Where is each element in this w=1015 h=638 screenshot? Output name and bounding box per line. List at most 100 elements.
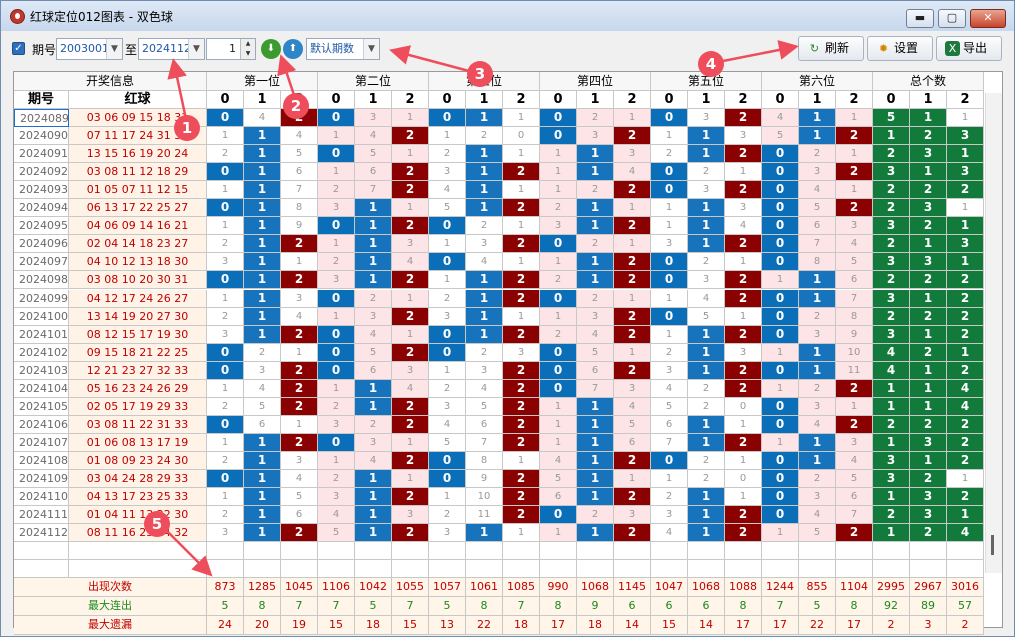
total-count-cell[interactable]: 4 — [947, 379, 984, 398]
miss-cell[interactable]: 1 — [799, 343, 836, 362]
miss-cell[interactable]: 4 — [355, 127, 392, 146]
total-count-cell[interactable]: 1 — [947, 109, 984, 128]
miss-cell[interactable]: 1 — [392, 289, 429, 308]
red-balls-cell[interactable]: 02 05 17 19 29 33 — [69, 397, 207, 416]
issue-cell[interactable]: 2024098 — [14, 271, 69, 290]
next-arrow-button[interactable]: ⬆ — [283, 39, 303, 59]
miss-cell[interactable]: 1 — [540, 181, 577, 200]
red-balls-cell[interactable]: 09 15 18 21 22 25 — [69, 343, 207, 362]
miss-cell[interactable]: 0 — [429, 109, 466, 128]
miss-cell[interactable]: 1 — [651, 325, 688, 344]
miss-cell[interactable]: 1 — [651, 470, 688, 489]
miss-cell[interactable]: 4 — [836, 235, 873, 254]
total-count-cell[interactable]: 3 — [910, 253, 947, 272]
miss-cell[interactable]: 1 — [355, 235, 392, 254]
miss-cell[interactable]: 1 — [244, 253, 281, 272]
miss-cell[interactable]: 2 — [355, 415, 392, 434]
miss-cell[interactable]: 2 — [614, 127, 651, 146]
miss-cell[interactable]: 1 — [540, 433, 577, 452]
miss-cell[interactable]: 1 — [244, 451, 281, 470]
total-count-cell[interactable]: 2 — [947, 181, 984, 200]
miss-cell[interactable]: 2 — [503, 506, 540, 525]
miss-cell[interactable]: 2 — [503, 361, 540, 380]
miss-cell[interactable]: 5 — [281, 145, 318, 164]
miss-cell[interactable]: 0 — [651, 271, 688, 290]
red-balls-cell[interactable]: 01 05 07 11 12 15 — [69, 181, 207, 200]
miss-cell[interactable]: 3 — [688, 181, 725, 200]
miss-cell[interactable]: 2 — [725, 361, 762, 380]
red-balls-cell[interactable]: 01 06 08 13 17 19 — [69, 433, 207, 452]
miss-cell[interactable]: 2 — [725, 325, 762, 344]
miss-cell[interactable]: 1 — [725, 451, 762, 470]
miss-cell[interactable]: 0 — [207, 343, 244, 362]
miss-cell[interactable]: 6 — [355, 163, 392, 182]
miss-cell[interactable]: 2 — [725, 433, 762, 452]
miss-cell[interactable]: 0 — [429, 343, 466, 362]
miss-cell[interactable]: 3 — [836, 433, 873, 452]
miss-cell[interactable]: 0 — [725, 470, 762, 489]
miss-cell[interactable]: 0 — [540, 361, 577, 380]
total-count-cell[interactable]: 2 — [910, 217, 947, 236]
miss-cell[interactable]: 1 — [466, 307, 503, 326]
miss-cell[interactable]: 1 — [577, 145, 614, 164]
miss-cell[interactable]: 2 — [725, 235, 762, 254]
miss-cell[interactable]: 1 — [688, 433, 725, 452]
miss-cell[interactable]: 3 — [244, 361, 281, 380]
miss-cell[interactable]: 7 — [836, 289, 873, 308]
step-spinner[interactable]: 1 ▲ ▼ — [206, 38, 256, 60]
total-count-cell[interactable]: 2 — [910, 181, 947, 200]
total-count-cell[interactable]: 2 — [910, 307, 947, 326]
total-count-cell[interactable]: 3 — [873, 253, 910, 272]
miss-cell[interactable]: 1 — [244, 325, 281, 344]
total-count-cell[interactable]: 1 — [873, 524, 910, 543]
miss-cell[interactable]: 6 — [355, 361, 392, 380]
miss-cell[interactable]: 1 — [244, 289, 281, 308]
total-count-cell[interactable]: 3 — [910, 145, 947, 164]
miss-cell[interactable]: 3 — [392, 235, 429, 254]
issue-cell[interactable]: 2024112 — [14, 524, 69, 543]
total-count-cell[interactable]: 2 — [873, 145, 910, 164]
total-count-cell[interactable]: 2 — [947, 289, 984, 308]
miss-cell[interactable]: 2 — [577, 506, 614, 525]
miss-cell[interactable]: 2 — [466, 127, 503, 146]
miss-cell[interactable]: 1 — [688, 145, 725, 164]
miss-cell[interactable]: 1 — [688, 325, 725, 344]
miss-cell[interactable]: 1 — [725, 488, 762, 507]
total-count-cell[interactable]: 1 — [910, 289, 947, 308]
miss-cell[interactable]: 2 — [207, 307, 244, 326]
miss-cell[interactable]: 2 — [503, 289, 540, 308]
miss-cell[interactable]: 1 — [244, 307, 281, 326]
miss-cell[interactable]: 0 — [762, 451, 799, 470]
miss-cell[interactable]: 1 — [281, 253, 318, 272]
miss-cell[interactable]: 2 — [503, 235, 540, 254]
total-count-cell[interactable]: 2 — [910, 470, 947, 489]
total-count-cell[interactable]: 3 — [947, 163, 984, 182]
miss-cell[interactable]: 1 — [799, 433, 836, 452]
miss-cell[interactable]: 0 — [318, 325, 355, 344]
miss-cell[interactable]: 1 — [688, 217, 725, 236]
miss-cell[interactable]: 1 — [466, 109, 503, 128]
miss-cell[interactable]: 2 — [318, 181, 355, 200]
miss-cell[interactable]: 5 — [429, 433, 466, 452]
miss-cell[interactable]: 1 — [503, 145, 540, 164]
scroll-thumb[interactable] — [991, 535, 994, 555]
total-count-cell[interactable]: 5 — [873, 109, 910, 128]
miss-cell[interactable]: 1 — [577, 163, 614, 182]
miss-cell[interactable]: 6 — [836, 271, 873, 290]
miss-cell[interactable]: 4 — [614, 397, 651, 416]
miss-cell[interactable]: 4 — [762, 109, 799, 128]
miss-cell[interactable]: 1 — [651, 289, 688, 308]
miss-cell[interactable]: 2 — [503, 470, 540, 489]
prev-arrow-button[interactable]: ⬇ — [261, 39, 281, 59]
miss-cell[interactable]: 0 — [207, 163, 244, 182]
red-balls-cell[interactable]: 04 12 17 24 26 27 — [69, 289, 207, 308]
total-count-cell[interactable]: 2 — [910, 524, 947, 543]
miss-cell[interactable]: 4 — [799, 181, 836, 200]
miss-cell[interactable]: 3 — [355, 109, 392, 128]
miss-cell[interactable]: 0 — [540, 379, 577, 398]
miss-cell[interactable]: 10 — [466, 488, 503, 507]
miss-cell[interactable]: 1 — [244, 433, 281, 452]
miss-cell[interactable]: 5 — [318, 524, 355, 543]
red-balls-cell[interactable]: 03 08 11 12 18 29 — [69, 163, 207, 182]
miss-cell[interactable]: 4 — [540, 451, 577, 470]
